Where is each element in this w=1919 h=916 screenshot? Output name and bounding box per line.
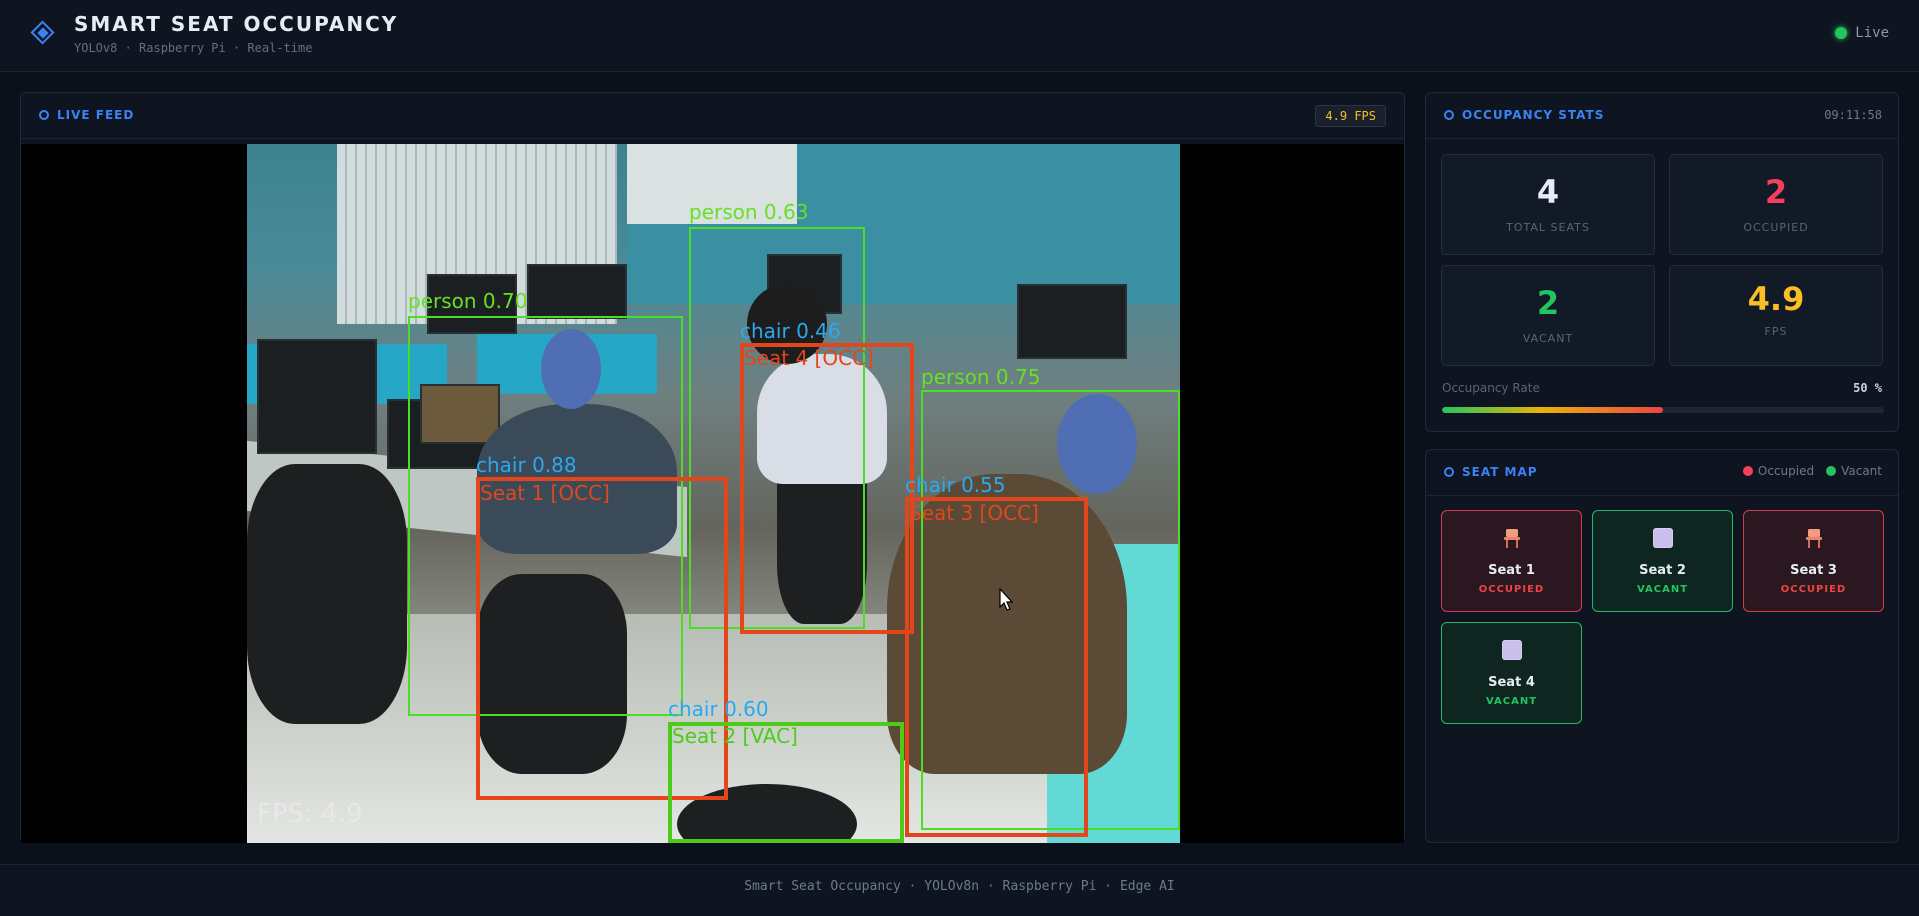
- legend-vacant: Vacant: [1826, 464, 1882, 478]
- seat-map-panel: SEAT MAP Occupied Vacant Seat 1 OCCUPIED: [1425, 449, 1899, 843]
- ring-icon: [39, 110, 49, 120]
- mouse-cursor-icon: [999, 588, 1014, 611]
- camera-feed[interactable]: person 0.63 person 0.70 person 0.75 chai…: [21, 144, 1404, 843]
- seat-name: Seat 3: [1790, 563, 1837, 578]
- stat-vacant: 2 VACANT: [1441, 265, 1655, 366]
- live-feed-panel: LIVE FEED 4.9 FPS person 0.63 person 0.7…: [20, 92, 1405, 843]
- seat-map-legend: Occupied Vacant: [1742, 464, 1882, 478]
- stat-occupied: 2 OCCUPIED: [1669, 154, 1883, 255]
- app-subtitle: YOLOv8 · Raspberry Pi · Real-time: [74, 41, 313, 55]
- app-header: SMART SEAT OCCUPANCY YOLOv8 · Raspberry …: [0, 0, 1919, 72]
- stat-total-seats: 4 TOTAL SEATS: [1441, 154, 1655, 255]
- chair-icon: [1504, 529, 1520, 548]
- stat-label: FPS: [1764, 325, 1788, 338]
- seat-status: OCCUPIED: [1780, 584, 1847, 595]
- detection-label: chair 0.55: [905, 473, 1006, 497]
- stat-value: 4: [1536, 173, 1560, 211]
- occupancy-rate-fill: [1442, 407, 1663, 413]
- app-title: SMART SEAT OCCUPANCY: [74, 12, 399, 36]
- seat-box-4: [740, 343, 914, 634]
- ring-icon: [1444, 467, 1454, 477]
- occupancy-rate-label: Occupancy Rate: [1442, 381, 1540, 395]
- live-feed-title-text: LIVE FEED: [57, 108, 135, 122]
- detection-label: Seat 4 [OCC]: [744, 346, 874, 370]
- detection-label: chair 0.88: [476, 453, 577, 477]
- stat-value: 2: [1764, 173, 1788, 211]
- stat-fps: 4.9 FPS: [1669, 265, 1883, 366]
- stat-label: TOTAL SEATS: [1506, 221, 1590, 234]
- stat-label: OCCUPIED: [1743, 221, 1809, 234]
- detection-label: Seat 1 [OCC]: [480, 481, 610, 505]
- detection-label: Seat 3 [OCC]: [909, 501, 1039, 525]
- seat-card-3[interactable]: Seat 3 OCCUPIED: [1743, 510, 1884, 612]
- legend-occupied-label: Occupied: [1757, 464, 1815, 478]
- ring-icon: [1444, 110, 1454, 120]
- stats-title-text: OCCUPANCY STATS: [1462, 108, 1605, 122]
- seat-card-1[interactable]: Seat 1 OCCUPIED: [1441, 510, 1582, 612]
- vacant-dot-icon: [1826, 466, 1837, 476]
- occupancy-stats-panel: OCCUPANCY STATS 09:11:58 4 TOTAL SEATS 2…: [1425, 92, 1899, 432]
- seat-box-3: [905, 497, 1088, 837]
- seat-name: Seat 4: [1488, 675, 1535, 690]
- camera-frame: person 0.63 person 0.70 person 0.75 chai…: [247, 144, 1180, 843]
- diamond-logo-icon: [30, 20, 55, 45]
- seat-map-title: SEAT MAP: [1444, 465, 1538, 479]
- detection-label: person 0.70: [408, 289, 528, 313]
- seat-status: VACANT: [1636, 584, 1689, 595]
- detection-label: Seat 2 [VAC]: [672, 724, 798, 748]
- occupancy-rate-value: 50 %: [1853, 381, 1882, 395]
- clock: 09:11:58: [1824, 108, 1882, 122]
- legend-vacant-label: Vacant: [1841, 464, 1882, 478]
- footer: Smart Seat Occupancy · YOLOv8n · Raspber…: [0, 864, 1919, 916]
- fps-overlay: FPS: 4.9: [257, 799, 363, 829]
- seat-map-header: SEAT MAP Occupied Vacant: [1426, 450, 1898, 496]
- detection-label: chair 0.46: [740, 319, 841, 343]
- live-label: Live: [1855, 25, 1889, 41]
- detection-label: chair 0.60: [668, 697, 769, 721]
- seat-name: Seat 1: [1488, 563, 1535, 578]
- detection-label: person 0.63: [689, 200, 809, 224]
- seat-name: Seat 2: [1639, 563, 1686, 578]
- stats-title: OCCUPANCY STATS: [1444, 108, 1604, 122]
- fps-badge: 4.9 FPS: [1315, 105, 1386, 127]
- live-status: Live: [1835, 25, 1889, 41]
- seat-card-2[interactable]: Seat 2 VACANT: [1592, 510, 1733, 612]
- empty-seat-icon: [1653, 528, 1673, 548]
- occupied-dot-icon: [1742, 466, 1753, 476]
- stat-value: 2: [1536, 284, 1560, 322]
- live-feed-title: LIVE FEED: [39, 108, 134, 122]
- seat-status: OCCUPIED: [1478, 584, 1545, 595]
- empty-seat-icon: [1502, 640, 1522, 660]
- seat-map-title-text: SEAT MAP: [1462, 465, 1538, 479]
- stat-value: 4.9: [1747, 280, 1805, 318]
- seat-card-4[interactable]: Seat 4 VACANT: [1441, 622, 1582, 724]
- seat-status: VACANT: [1485, 696, 1538, 707]
- live-feed-header: LIVE FEED 4.9 FPS: [21, 93, 1404, 139]
- live-dot-icon: [1835, 27, 1848, 39]
- legend-occupied: Occupied: [1742, 464, 1815, 478]
- stat-label: VACANT: [1522, 332, 1574, 345]
- stats-header: OCCUPANCY STATS 09:11:58: [1426, 93, 1898, 139]
- occupancy-rate-bar: [1442, 407, 1884, 413]
- detection-label: person 0.75: [921, 365, 1041, 389]
- chair-icon: [1806, 529, 1822, 548]
